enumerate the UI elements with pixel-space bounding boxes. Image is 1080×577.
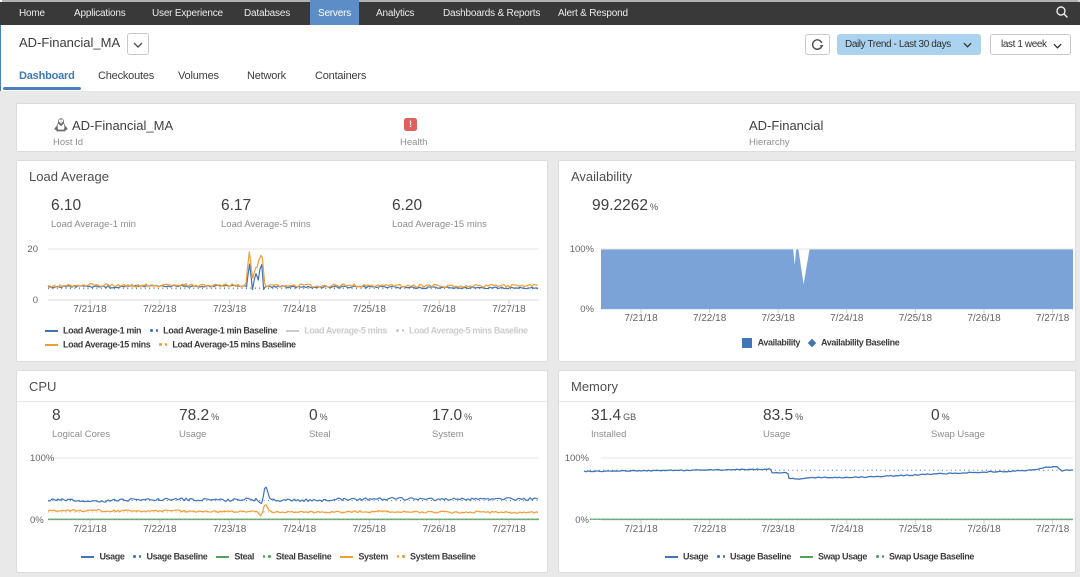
svg-text:7/23/18: 7/23/18 (213, 524, 247, 535)
svg-text:7/25/18: 7/25/18 (899, 524, 933, 535)
svg-text:20: 20 (27, 244, 38, 255)
svg-text:7/27/18: 7/27/18 (1036, 524, 1070, 535)
svg-text:7/23/18: 7/23/18 (762, 313, 796, 324)
svg-text:7/25/18: 7/25/18 (353, 524, 387, 535)
svg-text:7/21/18: 7/21/18 (73, 524, 107, 535)
svg-text:7/22/18: 7/22/18 (693, 524, 727, 535)
svg-text:7/24/18: 7/24/18 (283, 304, 317, 315)
svg-text:7/22/18: 7/22/18 (693, 313, 727, 324)
svg-text:0%: 0% (575, 515, 589, 526)
svg-text:7/25/18: 7/25/18 (899, 313, 933, 324)
svg-text:7/27/18: 7/27/18 (492, 524, 526, 535)
svg-text:7/27/18: 7/27/18 (492, 304, 526, 315)
svg-text:0: 0 (33, 295, 38, 306)
svg-text:7/23/18: 7/23/18 (762, 524, 796, 535)
svg-text:7/26/18: 7/26/18 (422, 524, 456, 535)
svg-text:100%: 100% (30, 453, 55, 464)
svg-text:7/21/18: 7/21/18 (624, 313, 658, 324)
svg-text:7/24/18: 7/24/18 (830, 524, 864, 535)
svg-text:7/22/18: 7/22/18 (143, 524, 177, 535)
svg-text:7/21/18: 7/21/18 (624, 524, 658, 535)
svg-text:7/25/18: 7/25/18 (353, 304, 387, 315)
svg-text:7/21/18: 7/21/18 (73, 304, 107, 315)
svg-text:100%: 100% (565, 453, 590, 464)
svg-text:7/23/18: 7/23/18 (213, 304, 247, 315)
svg-text:100%: 100% (570, 244, 595, 255)
svg-text:7/22/18: 7/22/18 (143, 304, 177, 315)
svg-text:0%: 0% (580, 304, 594, 315)
svg-text:0%: 0% (30, 515, 44, 526)
svg-text:7/26/18: 7/26/18 (422, 304, 456, 315)
svg-text:7/24/18: 7/24/18 (283, 524, 317, 535)
svg-text:7/26/18: 7/26/18 (967, 524, 1001, 535)
svg-text:7/26/18: 7/26/18 (967, 313, 1001, 324)
svg-text:7/27/18: 7/27/18 (1036, 313, 1070, 324)
svg-text:7/24/18: 7/24/18 (830, 313, 864, 324)
